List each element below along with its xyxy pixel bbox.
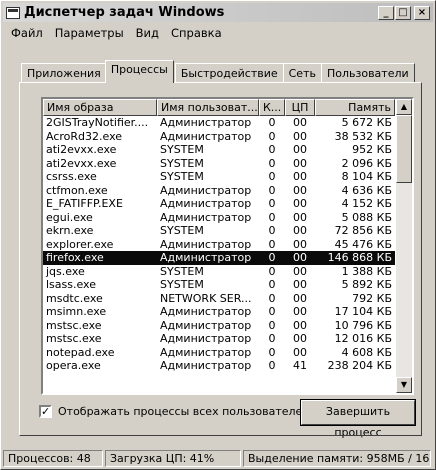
menu-help[interactable]: Справка xyxy=(165,24,228,42)
task-manager-icon xyxy=(6,6,20,19)
window-title: Диспетчер задач Windows xyxy=(24,5,225,20)
close-button[interactable]: × xyxy=(414,5,430,20)
status-memory: Выделение памяти: 958МБ / 16 xyxy=(243,450,431,467)
tab-applications[interactable]: Приложения xyxy=(21,63,107,83)
tab-strip: Приложения Процессы Быстродействие Сеть … xyxy=(21,60,415,83)
task-manager-window: Диспетчер задач Windows _ □ × Файл Парам… xyxy=(0,0,436,470)
tab-processes[interactable]: Процессы xyxy=(104,60,174,83)
menu-file[interactable]: Файл xyxy=(5,24,49,42)
status-cpu-usage: Загрузка ЦП: 41% xyxy=(105,450,241,467)
minimize-button[interactable]: _ xyxy=(378,5,394,20)
tab-users[interactable]: Пользователи xyxy=(320,63,415,83)
processes-panel xyxy=(19,82,422,436)
menu-options[interactable]: Параметры xyxy=(49,24,130,42)
title-bar[interactable]: Диспетчер задач Windows _ □ × xyxy=(3,3,433,22)
menu-bar: Файл Параметры Вид Справка xyxy=(5,24,228,42)
tab-performance[interactable]: Быстродействие xyxy=(174,63,284,83)
tab-network[interactable]: Сеть xyxy=(282,63,322,83)
status-process-count: Процессов: 48 xyxy=(3,450,103,467)
status-bar: Процессов: 48 Загрузка ЦП: 41% Выделение… xyxy=(3,450,433,467)
menu-view[interactable]: Вид xyxy=(130,24,165,42)
maximize-button[interactable]: □ xyxy=(395,5,411,20)
